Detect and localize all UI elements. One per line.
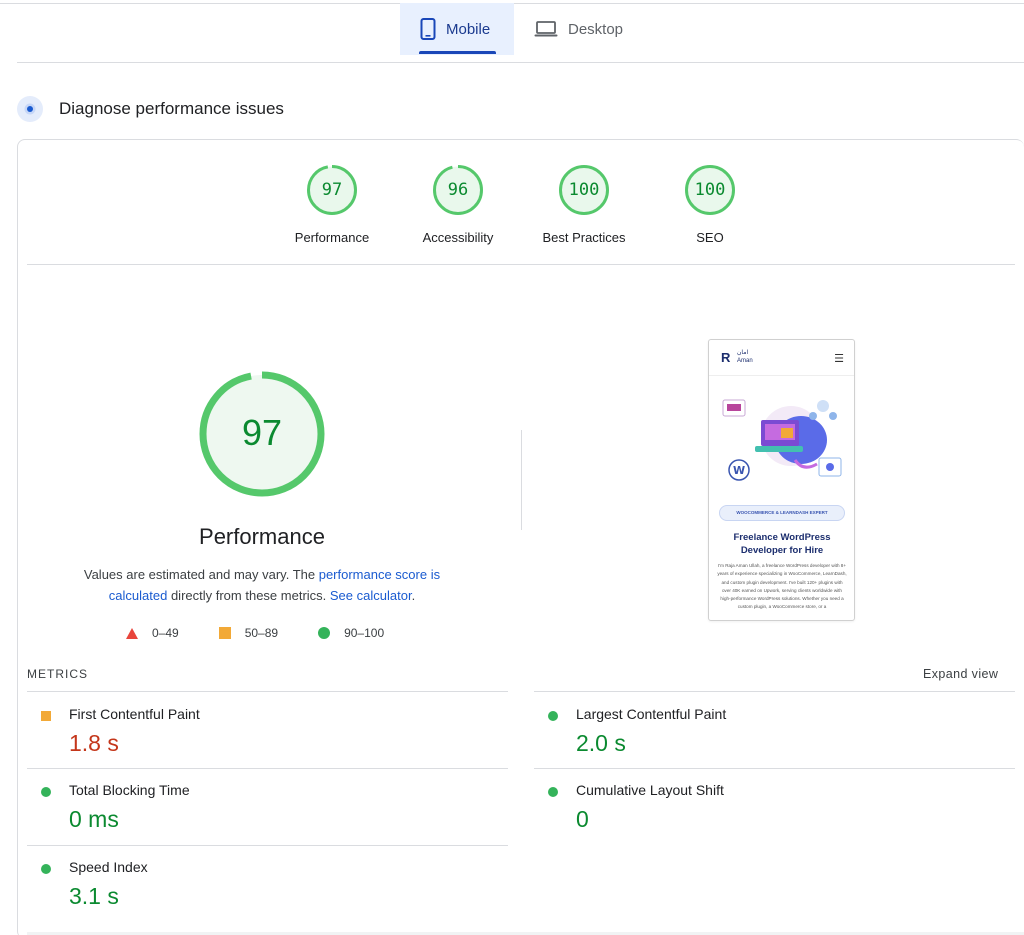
expand-view-button[interactable]: Expand view	[923, 667, 998, 681]
legend-poor: 0–49	[126, 626, 179, 640]
tab-mobile[interactable]: Mobile	[400, 3, 514, 55]
screenshot-header: R امان Aman ☰	[709, 340, 854, 376]
circle-icon	[548, 711, 558, 721]
gauge-score: 100	[694, 180, 726, 200]
gauge-seo[interactable]: 100 SEO	[655, 164, 765, 245]
legend-range: 0–49	[152, 626, 179, 640]
report-card: 97 Performance 96 Accessibility 100 Best…	[17, 139, 1024, 935]
site-logo-text: امان Aman	[737, 349, 753, 365]
metric-value: 0 ms	[69, 806, 119, 832]
gauge-performance[interactable]: 97 Performance	[277, 164, 387, 245]
svg-text:W: W	[733, 464, 745, 477]
gauge-label: Accessibility	[422, 230, 494, 245]
performance-gauge: 97	[198, 370, 326, 498]
gauges-divider	[27, 264, 1015, 265]
metric-name: Speed Index	[69, 859, 148, 875]
legend-range: 50–89	[244, 626, 279, 640]
metric-divider	[27, 691, 508, 692]
square-icon	[218, 627, 231, 639]
tab-desktop[interactable]: Desktop	[514, 3, 641, 55]
metric-value: 2.0 s	[576, 730, 626, 756]
metric-name: Largest Contentful Paint	[576, 706, 727, 722]
section-header: Diagnose performance issues	[17, 96, 284, 122]
metric-value: 0	[576, 806, 589, 832]
performance-score: 97	[241, 412, 283, 453]
hamburger-icon: ☰	[834, 353, 844, 365]
gauge-score: 100	[568, 180, 600, 200]
tab-desktop-label: Desktop	[568, 20, 624, 38]
metric-divider	[534, 768, 1015, 769]
circle-icon	[41, 787, 51, 797]
gauge-ring: 97	[306, 164, 358, 216]
gauge-score: 96	[447, 180, 469, 200]
see-calculator-link[interactable]: See calculator	[330, 588, 412, 603]
gauge-label: SEO	[696, 230, 724, 245]
metric-divider	[534, 691, 1015, 692]
metric-divider	[27, 845, 508, 846]
legend-average: 50–89	[218, 626, 279, 640]
circle-icon	[318, 627, 331, 639]
gauge-ring: 100	[684, 164, 736, 216]
gauge-accessibility[interactable]: 96 Accessibility	[403, 164, 513, 245]
gauge-label: Performance	[294, 230, 370, 245]
note-text: Values are estimated and may vary. The	[83, 567, 319, 582]
circle-icon	[548, 787, 558, 797]
metrics-heading: METRICS	[27, 667, 88, 681]
metric-value: 3.1 s	[69, 883, 119, 909]
metric-name: Total Blocking Time	[69, 782, 190, 798]
site-logo: R	[721, 350, 730, 365]
logo-latin: Aman	[737, 358, 753, 364]
hero-illustration: W	[719, 394, 845, 488]
score-legend: 0–49 50–89 90–100	[126, 626, 384, 640]
laptop-icon	[534, 20, 558, 38]
legend-good: 90–100	[318, 626, 384, 640]
gauge-ring: 96	[432, 164, 484, 216]
gauge-score: 97	[321, 180, 343, 200]
legend-range: 90–100	[344, 626, 385, 640]
note-text: .	[411, 588, 416, 603]
gauge-best-practices[interactable]: 100 Best Practices	[529, 164, 639, 245]
gauge-ring: 100	[558, 164, 610, 216]
logo-arabic: امان	[737, 350, 749, 356]
page-screenshot: R امان Aman ☰ W WOOCOMMERCE & LEARNDASH …	[708, 339, 855, 621]
score-note: Values are estimated and may vary. The p…	[62, 564, 462, 606]
circle-icon	[41, 864, 51, 874]
metric-name: Cumulative Layout Shift	[576, 782, 724, 798]
section-title: Diagnose performance issues	[59, 99, 284, 118]
metric-name: First Contentful Paint	[69, 706, 200, 722]
gauge-label: Best Practices	[542, 230, 626, 245]
screenshot-headline: Freelance WordPress Developer for Hire	[733, 532, 831, 556]
metric-divider	[27, 768, 508, 769]
triangle-icon	[126, 627, 138, 639]
phone-icon	[420, 18, 436, 40]
tabs-divider	[17, 62, 1024, 63]
performance-title: Performance	[199, 524, 325, 549]
screenshot-paragraph: I'm Raja Aman Ullah, a freelance WordPre…	[717, 563, 847, 610]
vertical-divider	[521, 430, 522, 530]
square-icon	[41, 711, 51, 721]
device-tabs: Mobile Desktop	[400, 3, 641, 55]
screenshot-badge: WOOCOMMERCE & LEARNDASH EXPERT	[719, 505, 845, 521]
target-icon	[17, 96, 43, 122]
note-text: directly from these metrics.	[167, 588, 330, 603]
tab-mobile-label: Mobile	[446, 20, 491, 38]
metric-value: 1.8 s	[69, 730, 119, 756]
